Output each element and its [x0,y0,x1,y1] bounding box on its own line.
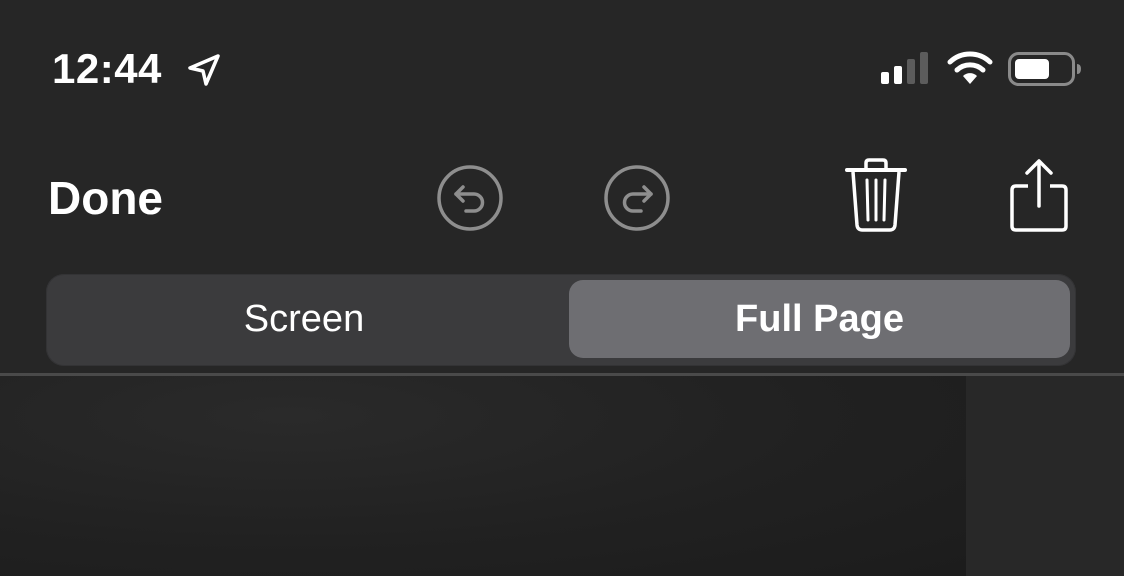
battery-icon [1008,52,1081,86]
wifi-icon [947,51,993,84]
capture-mode-segmented-control: Screen Full Page [46,274,1076,366]
undo-icon[interactable] [436,164,504,232]
done-button[interactable]: Done [48,170,163,226]
share-icon[interactable] [1006,156,1072,234]
screenshot-preview[interactable] [0,376,966,576]
segment-full-page[interactable]: Full Page [569,280,1070,358]
segment-screen[interactable]: Screen [50,280,558,358]
status-time: 12:44 [52,45,162,92]
location-arrow-icon [188,54,220,86]
preview-scroll-edge [966,376,1124,576]
cellular-signal-icon [881,52,928,84]
redo-icon[interactable] [603,164,671,232]
trash-icon[interactable] [842,156,910,234]
